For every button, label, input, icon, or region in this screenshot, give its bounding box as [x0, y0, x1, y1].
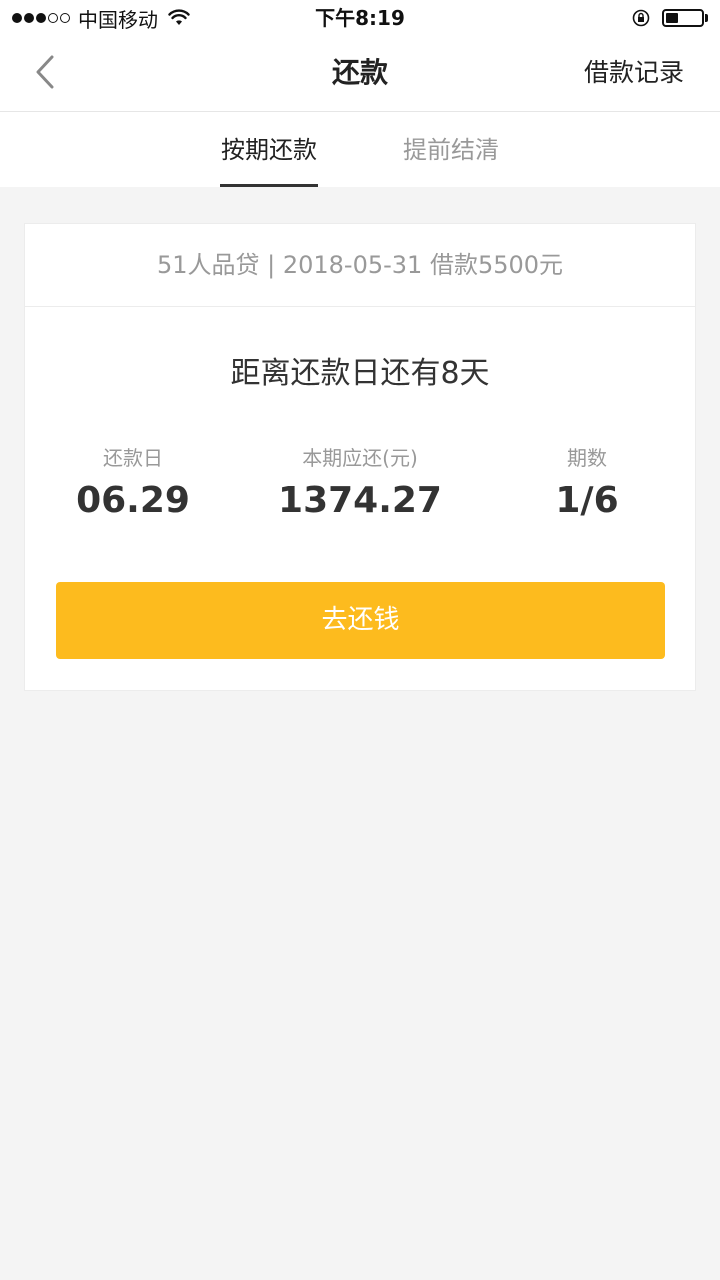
stat-label: 还款日	[103, 446, 163, 470]
status-right	[632, 6, 708, 30]
clock: 下午8:19	[315, 6, 405, 30]
pay-now-button[interactable]: 去还钱	[56, 582, 665, 659]
battery-cap	[705, 14, 708, 22]
battery-icon	[662, 9, 704, 27]
loan-summary: 51人品贷 | 2018-05-31 借款5500元	[25, 224, 695, 307]
orientation-lock-icon	[632, 9, 650, 27]
tab-early-settle[interactable]: 提前结清	[402, 112, 500, 187]
stat-value: 06.29	[76, 480, 190, 521]
battery-level	[666, 13, 678, 23]
stat-due-date: 还款日 06.29	[63, 442, 203, 526]
stat-label: 期数	[567, 446, 607, 470]
tab-active-indicator	[220, 184, 318, 187]
stat-installment: 期数 1/6	[517, 442, 657, 526]
tab-bar: 按期还款 提前结清	[0, 112, 720, 187]
tab-installment-repay[interactable]: 按期还款	[220, 112, 318, 187]
repayment-countdown: 距离还款日还有8天	[230, 356, 490, 391]
stat-value: 1374.27	[278, 480, 442, 521]
repayment-card: 51人品贷 | 2018-05-31 借款5500元 距离还款日还有8天 还款日…	[24, 223, 696, 691]
loan-records-link[interactable]: 借款记录	[584, 36, 684, 110]
status-bar: 中国移动 下午8:19	[0, 0, 720, 36]
stat-amount-due: 本期应还(元) 1374.27	[265, 442, 455, 526]
stat-value: 1/6	[555, 480, 619, 521]
tab-label: 提前结清	[403, 136, 499, 164]
tab-label: 按期还款	[221, 136, 317, 164]
nav-bar: 还款 借款记录	[0, 36, 720, 112]
stat-label: 本期应还(元)	[302, 446, 418, 470]
